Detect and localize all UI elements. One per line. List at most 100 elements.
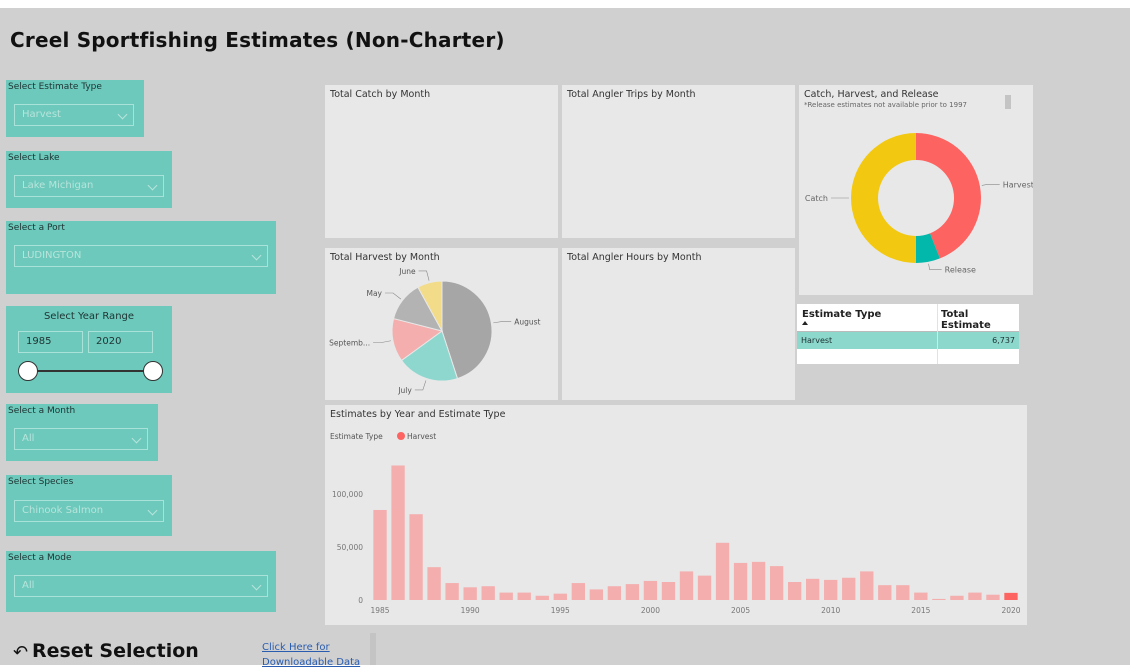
pie-label: July: [397, 386, 412, 395]
slicer-lake: Select Lake Lake Michigan: [6, 151, 172, 208]
slicer-label: Select a Month: [8, 406, 76, 416]
bar-1993: [517, 592, 531, 600]
bar-2002: [679, 571, 694, 600]
x-tick-label: 2000: [641, 606, 660, 615]
bar-2001: [661, 581, 676, 600]
chevron-down-icon: [147, 180, 158, 191]
bar-1997: [589, 589, 604, 600]
dropdown-value: Lake Michigan: [22, 180, 94, 191]
pie-leader-line: [493, 321, 512, 324]
port-dropdown[interactable]: LUDINGTON: [14, 245, 268, 267]
download-link-line1: Click Here for: [262, 642, 330, 653]
panel-title: Total Catch by Month: [330, 89, 431, 100]
bar-2005: [733, 562, 748, 600]
bar-2017: [950, 595, 964, 600]
panel-trips-by-month[interactable]: Total Angler Trips by Month: [562, 85, 795, 238]
estimate-type-dropdown[interactable]: Harvest: [14, 104, 134, 126]
year-to-input[interactable]: 2020: [88, 331, 153, 353]
month-dropdown[interactable]: All: [14, 428, 148, 450]
y-tick-label: 0: [358, 596, 363, 605]
x-tick-label: 1985: [370, 606, 389, 615]
harvest-month-pie-chart: August July Septemb... May June: [329, 267, 540, 395]
year-slider-end-handle[interactable]: [143, 361, 163, 381]
bar-2004: [715, 542, 730, 600]
bar-1990: [463, 587, 477, 600]
year-from-input[interactable]: 1985: [18, 331, 83, 353]
bar-1985: [373, 509, 387, 600]
download-data-link[interactable]: Click Here for Downloadable Data: [262, 640, 360, 670]
dropdown-value: Harvest: [22, 109, 61, 120]
reset-selection-button[interactable]: Reset Selection: [32, 640, 199, 662]
panel-estimates-by-year[interactable]: Estimates by Year and Estimate Type Esti…: [325, 405, 1027, 625]
y-tick-label: 50,000: [337, 543, 363, 552]
slicer-label: Select Estimate Type: [8, 82, 102, 92]
page-scrollbar[interactable]: [370, 633, 376, 665]
panel-title: Total Angler Trips by Month: [567, 89, 696, 100]
donut-leader-line: [928, 263, 942, 271]
panel-harvest-by-month[interactable]: Total Harvest by Month August July Septemb…: [325, 248, 558, 400]
species-dropdown[interactable]: Chinook Salmon: [14, 500, 164, 522]
donut-label: Harvest: [1003, 180, 1033, 189]
bar-2012: [860, 571, 874, 600]
bar-1995: [553, 593, 567, 600]
table-header-estimate-type[interactable]: Estimate Type: [802, 309, 881, 320]
bar-1996: [571, 583, 585, 600]
x-tick-label: 1990: [461, 606, 480, 615]
bar-2020: [1004, 592, 1018, 600]
pie-leader-line: [385, 292, 402, 300]
bar-1994: [535, 595, 549, 600]
bar-2016: [932, 598, 946, 600]
dropdown-value: All: [22, 580, 35, 591]
slicer-label: Select Year Range: [43, 311, 135, 322]
table-column-divider: [937, 304, 938, 364]
dropdown-value: Chinook Salmon: [22, 505, 104, 516]
donut-label: Release: [945, 266, 976, 275]
page-title: Creel Sportfishing Estimates (Non-Charte…: [10, 28, 505, 52]
bar-2009: [806, 578, 820, 600]
chevron-down-icon: [117, 109, 128, 120]
slicer-estimate-type: Select Estimate Type Harvest: [6, 80, 144, 137]
x-tick-label: 2015: [911, 606, 930, 615]
pie-label: August: [514, 317, 540, 326]
bar-1989: [445, 583, 459, 600]
bar-2015: [914, 592, 928, 600]
slicer-label: Select Lake: [8, 153, 60, 163]
mode-dropdown[interactable]: All: [14, 575, 268, 597]
donut-leader-line: [981, 184, 1000, 186]
table-cell-total: 6,737: [992, 336, 1015, 345]
table-header-total-estimate[interactable]: Total Estimate: [941, 309, 1019, 331]
slicer-year-range: Select Year Range 1985 2020: [6, 306, 172, 393]
pie-leader-line: [418, 270, 430, 281]
table-row[interactable]: Harvest 6,737: [797, 332, 1019, 349]
table-cell-type: Harvest: [801, 336, 833, 345]
year-slider-start-handle[interactable]: [18, 361, 38, 381]
bar-2007: [769, 566, 784, 600]
bar-2006: [751, 561, 766, 600]
bar-2014: [896, 585, 910, 600]
bar-2011: [842, 577, 856, 600]
slicer-month: Select a Month All: [6, 404, 158, 461]
bar-2008: [787, 581, 802, 600]
slicer-label: Select a Mode: [8, 553, 72, 563]
catch-harvest-release-donut-chart: Harvest Release Catch: [805, 133, 1033, 275]
undo-arrow-icon[interactable]: ↶: [13, 642, 28, 663]
bar-1988: [427, 567, 441, 600]
pie-leader-line: [414, 380, 427, 391]
bar-2013: [878, 585, 892, 600]
dropdown-value: All: [22, 433, 35, 444]
estimates-by-year-bar-chart: Estimate Type Harvest 0 50,000 100,000 1985 19…: [330, 432, 1021, 615]
pie-leader-line: [373, 340, 391, 343]
panel-catch-by-month[interactable]: Total Catch by Month: [325, 85, 558, 238]
panel-catch-harvest-release[interactable]: Catch, Harvest, and Release *Release est…: [799, 85, 1033, 295]
chevron-down-icon: [131, 433, 142, 444]
sort-ascending-icon: [802, 321, 808, 325]
chevron-down-icon: [251, 250, 262, 261]
bar-1987: [409, 514, 423, 600]
panel-title: Total Angler Hours by Month: [567, 252, 702, 263]
download-link-line2: Downloadable Data: [262, 657, 361, 668]
panel-hours-by-month[interactable]: Total Angler Hours by Month: [562, 248, 795, 400]
bar-2019: [986, 594, 1000, 600]
bar-1998: [607, 586, 622, 600]
lake-dropdown[interactable]: Lake Michigan: [14, 175, 164, 197]
bar-2000: [643, 580, 658, 600]
